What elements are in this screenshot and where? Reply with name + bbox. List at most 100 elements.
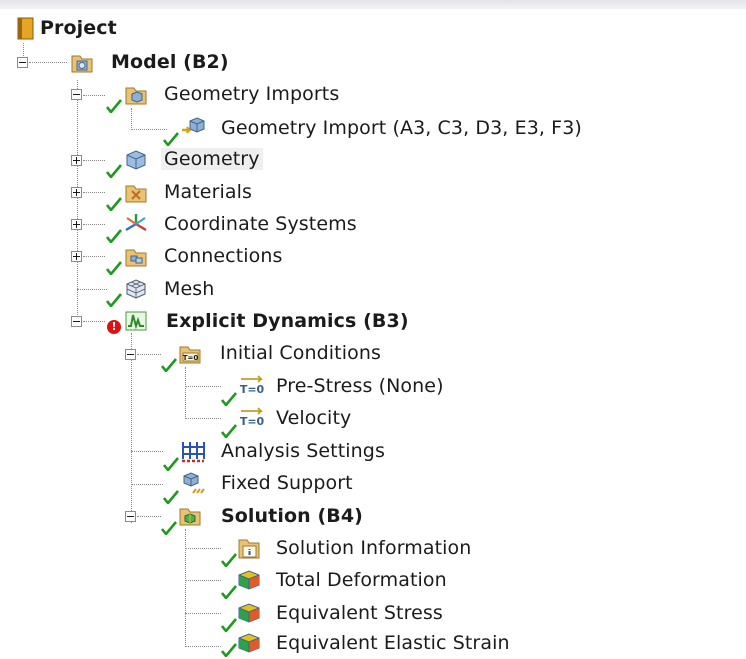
collapse-toggle-explicit-dynamics[interactable] <box>71 316 82 327</box>
tree-item-label: Velocity <box>276 407 352 429</box>
expand-toggle-coordinate-systems[interactable] <box>71 219 82 230</box>
solution-folder-icon <box>177 503 203 527</box>
t0-condition-icon: T=0 <box>236 373 268 397</box>
tree-line <box>83 95 105 96</box>
result-contour-icon <box>236 568 262 592</box>
result-contour-icon <box>236 631 262 655</box>
mesh-icon <box>123 277 149 301</box>
tree-item-solution-information[interactable]: Solution Information <box>276 532 471 564</box>
tree-item-equivalent-elastic-strain[interactable]: Equivalent Elastic Strain <box>276 627 510 659</box>
collapse-toggle-model[interactable] <box>17 57 28 68</box>
tree-item-materials[interactable]: Materials <box>164 176 252 208</box>
tree-item-equivalent-stress[interactable]: Equivalent Stress <box>276 597 443 629</box>
geometry-imports-folder-icon <box>123 82 149 106</box>
tree-line <box>185 367 186 419</box>
check-icon <box>221 553 237 567</box>
check-icon <box>106 99 122 113</box>
check-icon <box>163 457 179 471</box>
tree-item-label: Explicit Dynamics (B3) <box>166 310 409 332</box>
tree-item-geometry-import[interactable]: Geometry Import (A3, C3, D3, E3, F3) <box>221 112 582 144</box>
tree-line <box>131 333 132 523</box>
tree-item-label: Geometry Import (A3, C3, D3, E3, F3) <box>221 117 582 139</box>
tree-line <box>185 613 221 614</box>
tree-line <box>77 289 107 290</box>
tree-item-label: Model (B2) <box>111 51 229 73</box>
tree-item-label: Connections <box>164 245 283 267</box>
tree-item-label: Initial Conditions <box>220 342 381 364</box>
connections-folder-icon <box>123 244 149 268</box>
model-folder-icon <box>69 50 95 74</box>
tree-line <box>185 646 221 647</box>
tree-item-label: Materials <box>164 181 252 203</box>
tree-item-label: Equivalent Elastic Strain <box>276 632 510 654</box>
tree-item-label: Total Deformation <box>276 569 447 591</box>
tree-line <box>185 580 221 581</box>
tree-line <box>185 529 186 647</box>
tree-item-total-deformation[interactable]: Total Deformation <box>276 564 447 596</box>
tree-item-label: Pre-Stress (None) <box>276 375 444 397</box>
tree-item-label: Geometry <box>161 148 263 170</box>
check-icon <box>161 358 177 372</box>
check-icon <box>221 643 237 657</box>
check-icon <box>106 197 122 211</box>
tree-line <box>131 108 132 130</box>
coordinate-systems-icon <box>123 212 149 236</box>
tree-item-geometry-imports[interactable]: Geometry Imports <box>164 78 339 110</box>
collapse-toggle-geometry-imports[interactable] <box>71 89 82 100</box>
expand-toggle-materials[interactable] <box>71 187 82 198</box>
tree-item-solution[interactable]: Solution (B4) <box>221 500 363 532</box>
tree-line <box>83 224 105 225</box>
tree-item-label: Geometry Imports <box>164 83 340 105</box>
expand-toggle-connections[interactable] <box>71 251 82 262</box>
tree-item-fixed-support[interactable]: Fixed Support <box>221 467 353 499</box>
tree-item-connections[interactable]: Connections <box>164 240 283 272</box>
tree-item-model[interactable]: Model (B2) <box>111 46 229 78</box>
tree-item-label: Coordinate Systems <box>164 213 357 235</box>
t0-badge-text: T=0 <box>240 415 265 428</box>
collapse-toggle-initial-conditions[interactable] <box>125 349 136 360</box>
materials-folder-icon <box>123 180 149 204</box>
explicit-dynamics-icon <box>123 309 149 333</box>
t0-condition-icon: T=0 <box>236 405 268 429</box>
tree-item-project[interactable]: Project <box>40 12 117 44</box>
geometry-cube-icon <box>123 148 149 172</box>
tree-line <box>137 516 161 517</box>
result-contour-icon <box>236 601 262 625</box>
tree-item-analysis-settings[interactable]: Analysis Settings <box>221 435 385 467</box>
tree-line <box>131 129 167 130</box>
tree-item-label: Solution Information <box>276 537 472 559</box>
tree-item-label: Project <box>40 17 117 39</box>
initial-conditions-folder-icon: T=0 <box>177 341 203 365</box>
collapse-toggle-solution[interactable] <box>125 511 136 522</box>
check-icon <box>221 585 237 599</box>
check-icon <box>161 521 177 535</box>
tree-item-label: Fixed Support <box>221 472 353 494</box>
tree-item-label: Mesh <box>164 278 215 300</box>
tree-item-explicit-dynamics[interactable]: Explicit Dynamics (B3) <box>166 305 409 337</box>
tree-line <box>77 80 78 323</box>
tree-item-mesh[interactable]: Mesh <box>164 273 214 305</box>
solution-information-icon <box>236 536 262 560</box>
project-book-icon <box>12 17 34 41</box>
tree-line <box>137 354 161 355</box>
check-icon <box>106 164 122 178</box>
tree-line <box>131 451 163 452</box>
tree-item-initial-conditions[interactable]: Initial Conditions <box>220 337 381 369</box>
tree-item-label: Analysis Settings <box>221 440 385 462</box>
geometry-import-icon <box>180 116 206 140</box>
tree-item-geometry[interactable]: Geometry <box>161 143 263 175</box>
tree-line <box>185 386 221 387</box>
tree-line <box>83 256 105 257</box>
check-icon <box>106 229 122 243</box>
tree-line <box>185 548 221 549</box>
tree-item-velocity[interactable]: Velocity <box>276 402 351 434</box>
check-icon <box>106 261 122 275</box>
check-icon <box>106 293 122 307</box>
tree-line <box>29 62 67 63</box>
tree-line <box>83 321 105 322</box>
check-icon <box>221 392 237 406</box>
expand-toggle-geometry[interactable] <box>71 155 82 166</box>
tree-item-coordinate-systems[interactable]: Coordinate Systems <box>164 208 357 240</box>
tree-item-pre-stress[interactable]: Pre-Stress (None) <box>276 370 444 402</box>
tree-line <box>185 418 221 419</box>
